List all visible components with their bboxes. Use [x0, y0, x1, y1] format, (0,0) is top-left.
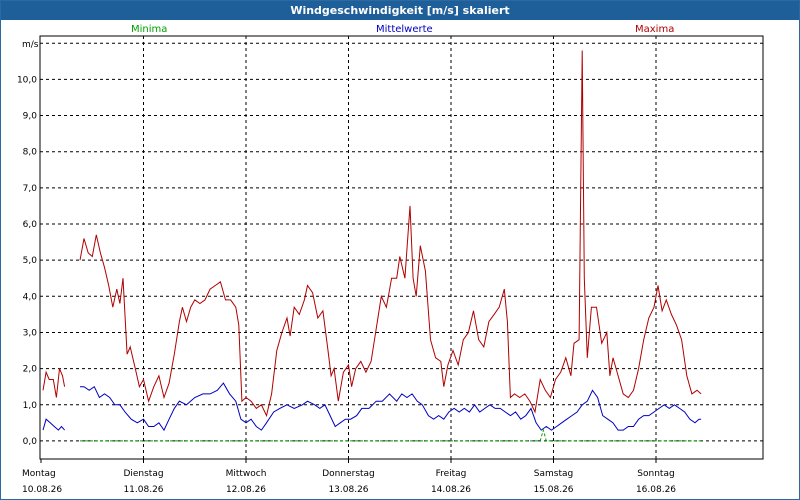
- x-tick-date: 11.08.26: [123, 485, 163, 495]
- x-tick-day: Dienstag: [123, 469, 163, 479]
- x-tick-date: 15.08.26: [533, 485, 573, 495]
- y-tick-label: 4,0: [23, 292, 38, 302]
- x-tick-date: 14.08.26: [431, 485, 471, 495]
- plot-area: [39, 35, 764, 460]
- series-line-maxima: [42, 368, 66, 398]
- series-line-maxima: [79, 50, 702, 418]
- x-tick-day: Samstag: [534, 469, 573, 479]
- wind-speed-chart: 0,0 1,0 2,0 3,0 4,0 5,0 6,0 7,0 8,0 9,0 10,0 Montag…: [17, 35, 764, 495]
- series-line-minima: [80, 428, 702, 442]
- x-tick-day: Freitag: [436, 469, 467, 479]
- y-tick-label: 3,0: [23, 328, 38, 338]
- y-tick-label: 8,0: [23, 148, 38, 158]
- y-tick-label: 7,0: [23, 184, 38, 194]
- x-tick-date: 16.08.26: [636, 485, 676, 495]
- y-tick-label: 6,0: [23, 220, 38, 230]
- series-line-mittelwerte: [42, 418, 65, 431]
- y-tick-label: 1,0: [23, 401, 38, 411]
- y-tick-label: 2,0: [23, 365, 38, 375]
- y-tick-label: 5,0: [23, 256, 38, 266]
- x-tick-date: 10.08.26: [22, 485, 62, 495]
- x-tick-day: Montag: [22, 469, 56, 479]
- x-tick-date: 12.08.26: [226, 485, 266, 495]
- x-tick-day: Mittwoch: [226, 469, 267, 479]
- x-tick-day: Sonntag: [637, 469, 674, 479]
- series-line-mittelwerte: [80, 382, 702, 432]
- y-tick-label: 10,0: [17, 75, 37, 85]
- x-tick-date: 13.08.26: [328, 485, 368, 495]
- y-tick-label: 9,0: [23, 112, 38, 122]
- y-tick-label: 0,0: [23, 437, 38, 447]
- x-tick-day: Donnerstag: [322, 469, 375, 479]
